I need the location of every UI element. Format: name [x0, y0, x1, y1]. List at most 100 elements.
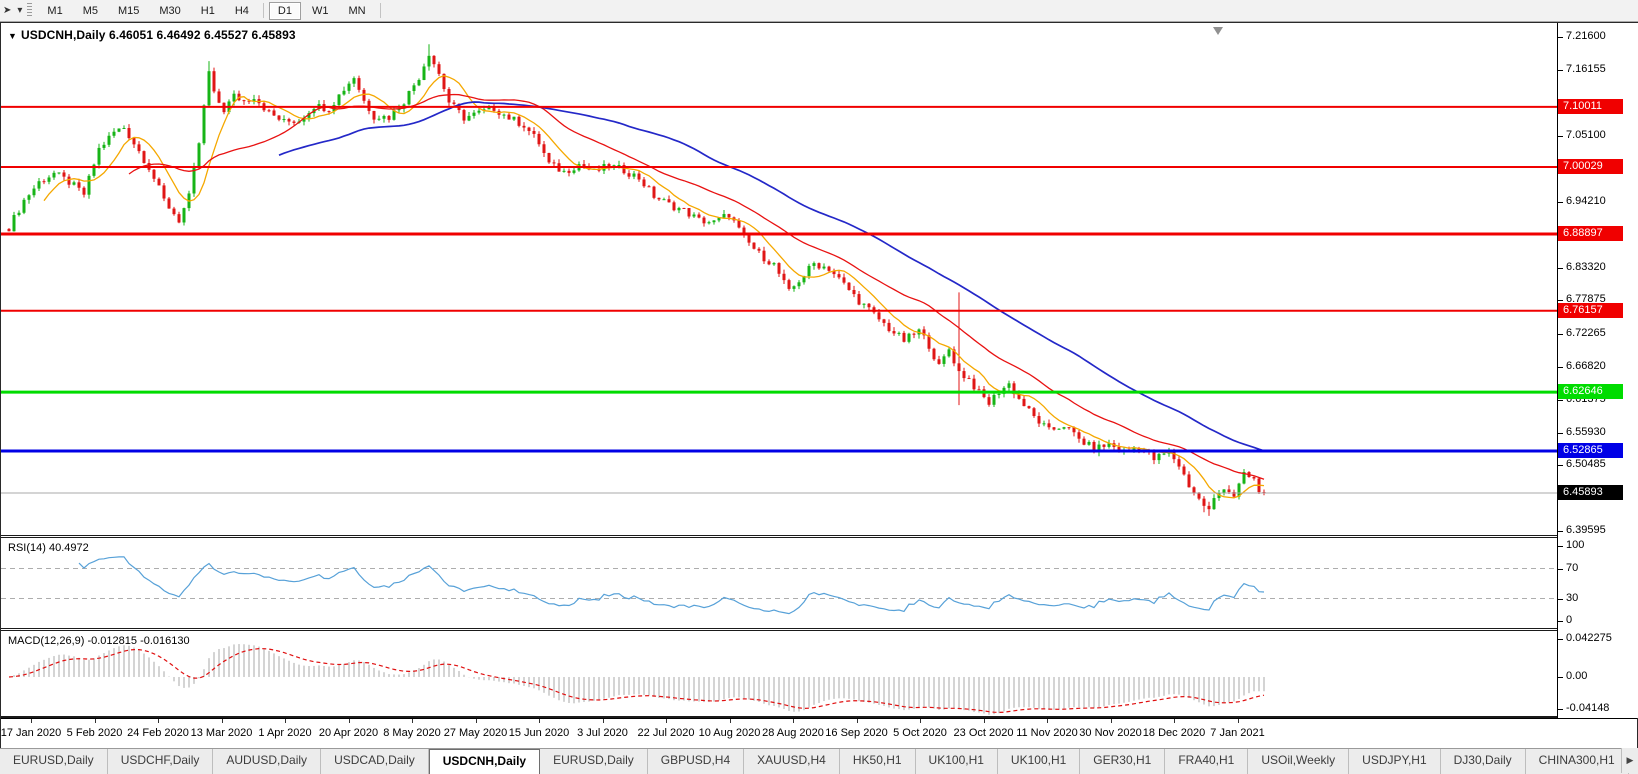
time-tick-label: 20 Apr 2020: [318, 727, 379, 739]
timeframe-button-d1[interactable]: D1: [268, 1, 301, 20]
rsi-indicator-panel[interactable]: RSI(14) 40.4972: [1, 538, 1557, 628]
macd-label: MACD(12,26,9) -0.012815 -0.016130: [8, 635, 190, 647]
chart-tab-gbpusd-h4[interactable]: GBPUSD,H4: [648, 749, 745, 774]
toolbar-separator: [379, 3, 381, 18]
axis-tick-mark: [1558, 569, 1563, 570]
chart-tab-fra40-h1[interactable]: FRA40,H1: [1165, 749, 1249, 774]
time-tick-label: 16 Sep 2020: [825, 727, 888, 739]
time-tick-mark: [602, 719, 604, 723]
axis-tick-mark: [1558, 433, 1563, 434]
current-price-badge: 6.45893: [1558, 485, 1623, 500]
chart-tab-usdcad-daily[interactable]: USDCAD,Daily: [321, 749, 429, 774]
time-tick-label: 28 Aug 2020: [762, 727, 824, 739]
time-tick-mark: [348, 719, 350, 723]
time-tick-label: 30 Nov 2020: [1079, 727, 1142, 739]
axis-tick-label: 6.39595: [1566, 524, 1606, 536]
chart-tab-audusd-daily[interactable]: AUDUSD,Daily: [213, 749, 322, 774]
time-tick-label: 5 Oct 2020: [893, 727, 947, 739]
tab-scroll-right-icon[interactable]: ▶: [1621, 748, 1638, 773]
time-tick-label: 23 Oct 2020: [953, 727, 1014, 739]
axis-tick-label: 30: [1566, 592, 1579, 604]
chart-tab-hk50-h1[interactable]: HK50,H1: [840, 749, 916, 774]
timeframe-button-m15[interactable]: M15: [109, 2, 148, 20]
cursor-tool-icon[interactable]: ➤: [0, 5, 14, 16]
timeframe-button-m30[interactable]: M30: [150, 2, 189, 20]
axis-tick-mark: [1558, 300, 1563, 301]
macd-chart[interactable]: [1, 631, 1557, 716]
time-tick-mark: [666, 719, 667, 723]
time-tick-mark: [1237, 719, 1239, 723]
chart-tab-usdjpy-h1[interactable]: USDJPY,H1: [1349, 749, 1441, 774]
macd-signal-line: [8, 647, 1265, 714]
time-tick-mark: [539, 719, 540, 723]
axis-tick-label: 6.83320: [1566, 261, 1606, 273]
time-tick-label: 1 Apr 2020: [258, 727, 312, 739]
time-tick-mark: [983, 719, 985, 723]
time-tick-mark: [729, 719, 731, 723]
axis-tick-mark: [1558, 37, 1563, 38]
chevron-down-icon[interactable]: ▾: [14, 5, 25, 16]
price-level-badge-7.10011: 7.10011: [1558, 99, 1623, 114]
chart-tab-usdcnh-daily[interactable]: USDCNH,Daily: [428, 749, 541, 774]
chart-tab-uk100-h1[interactable]: UK100,H1: [998, 749, 1081, 774]
price-axis[interactable]: 7.21600 7.16155 7.05100 6.94210 6.83320 6.778…: [1557, 23, 1638, 718]
chart-tab-dj30-daily[interactable]: DJ30,Daily: [1441, 749, 1526, 774]
price-chart-panel[interactable]: ▼ USDCNH,Daily 6.46051 6.46492 6.45527 6.…: [1, 24, 1557, 535]
chart-tab-usoil-weekly[interactable]: USOil,Weekly: [1248, 749, 1350, 774]
axis-tick-label: 0.00: [1566, 670, 1588, 682]
chart-tab-usdchf-daily[interactable]: USDCHF,Daily: [108, 749, 214, 774]
axis-tick-mark: [1558, 599, 1563, 600]
macd-indicator-panel[interactable]: MACD(12,26,9) -0.012815 -0.016130: [1, 631, 1557, 716]
axis-tick-label: 6.94210: [1566, 195, 1606, 207]
timeframe-button-m5[interactable]: M5: [74, 2, 107, 20]
axis-tick-mark: [1558, 546, 1563, 547]
timeframe-button-h1[interactable]: H1: [192, 2, 224, 20]
time-tick-mark: [475, 719, 477, 723]
price-level-badge-6.52865: 6.52865: [1558, 443, 1623, 458]
timeframe-button-h4[interactable]: H4: [226, 2, 258, 20]
time-tick-label: 13 Mar 2020: [190, 727, 253, 739]
axis-tick-mark: [1558, 465, 1563, 466]
axis-tick-label: 6.55930: [1566, 426, 1606, 438]
axis-tick-label: 6.50485: [1566, 458, 1606, 470]
time-tick-mark: [1174, 719, 1175, 723]
price-level-badge-6.88897: 6.88897: [1558, 226, 1623, 241]
chart-tab-ger30-h1[interactable]: GER30,H1: [1080, 749, 1166, 774]
time-tick-label: 11 Nov 2020: [1016, 727, 1078, 739]
time-tick-label: 8 May 2020: [383, 727, 441, 739]
chart-shift-marker-icon: [1213, 27, 1223, 35]
price-level-badge-7.00029: 7.00029: [1558, 159, 1623, 174]
time-tick-label: 22 Jul 2020: [637, 727, 695, 739]
time-tick-mark: [94, 719, 96, 723]
time-tick-mark: [285, 719, 286, 723]
timeframe-button-mn[interactable]: MN: [339, 2, 374, 20]
rsi-chart[interactable]: [1, 538, 1557, 628]
time-tick-label: 17 Jan 2020: [0, 727, 62, 739]
time-tick-label: 5 Feb 2020: [66, 727, 123, 739]
time-tick-label: 3 Jul 2020: [577, 727, 628, 739]
chart-tab-eurusd-daily[interactable]: EURUSD,Daily: [540, 749, 648, 774]
time-tick-label: 18 Dec 2020: [1142, 727, 1206, 739]
axis-tick-label: 6.66820: [1566, 360, 1606, 372]
axis-tick-label: 0: [1566, 614, 1573, 626]
time-tick-mark: [1110, 719, 1112, 723]
toolbar-grip-handle[interactable]: [27, 3, 33, 18]
time-axis[interactable]: 17 Jan 2020 5 Feb 2020 24 Feb 2020 13 Mar 2…: [1, 718, 1637, 749]
chart-tab-eurusd-daily[interactable]: EURUSD,Daily: [0, 749, 108, 774]
axis-tick-mark: [1558, 531, 1563, 532]
chart-tab-uk100-h1[interactable]: UK100,H1: [916, 749, 998, 774]
timeframe-button-w1[interactable]: W1: [303, 2, 338, 20]
time-tick-label: 7 Jan 2021: [1210, 727, 1265, 739]
chart-tab-china300-h1[interactable]: CHINA300,H1: [1526, 749, 1629, 774]
candlestick-chart[interactable]: [1, 24, 1557, 535]
axis-tick-mark: [1558, 621, 1563, 622]
timeframe-group-daily: D1 W1 MN: [268, 0, 376, 21]
axis-tick-label: -0.04148: [1566, 702, 1610, 714]
time-tick-mark: [793, 719, 794, 723]
moving-average-55: [278, 101, 1265, 452]
timeframe-button-m1[interactable]: M1: [38, 2, 71, 20]
chart-symbol-label: USDCNH,Daily: [21, 28, 106, 42]
chart-tab-xauusd-h4[interactable]: XAUUSD,H4: [744, 749, 840, 774]
chart-dropdown-caret-icon[interactable]: ▼: [8, 31, 17, 41]
price-level-badge-6.62646: 6.62646: [1558, 384, 1623, 399]
